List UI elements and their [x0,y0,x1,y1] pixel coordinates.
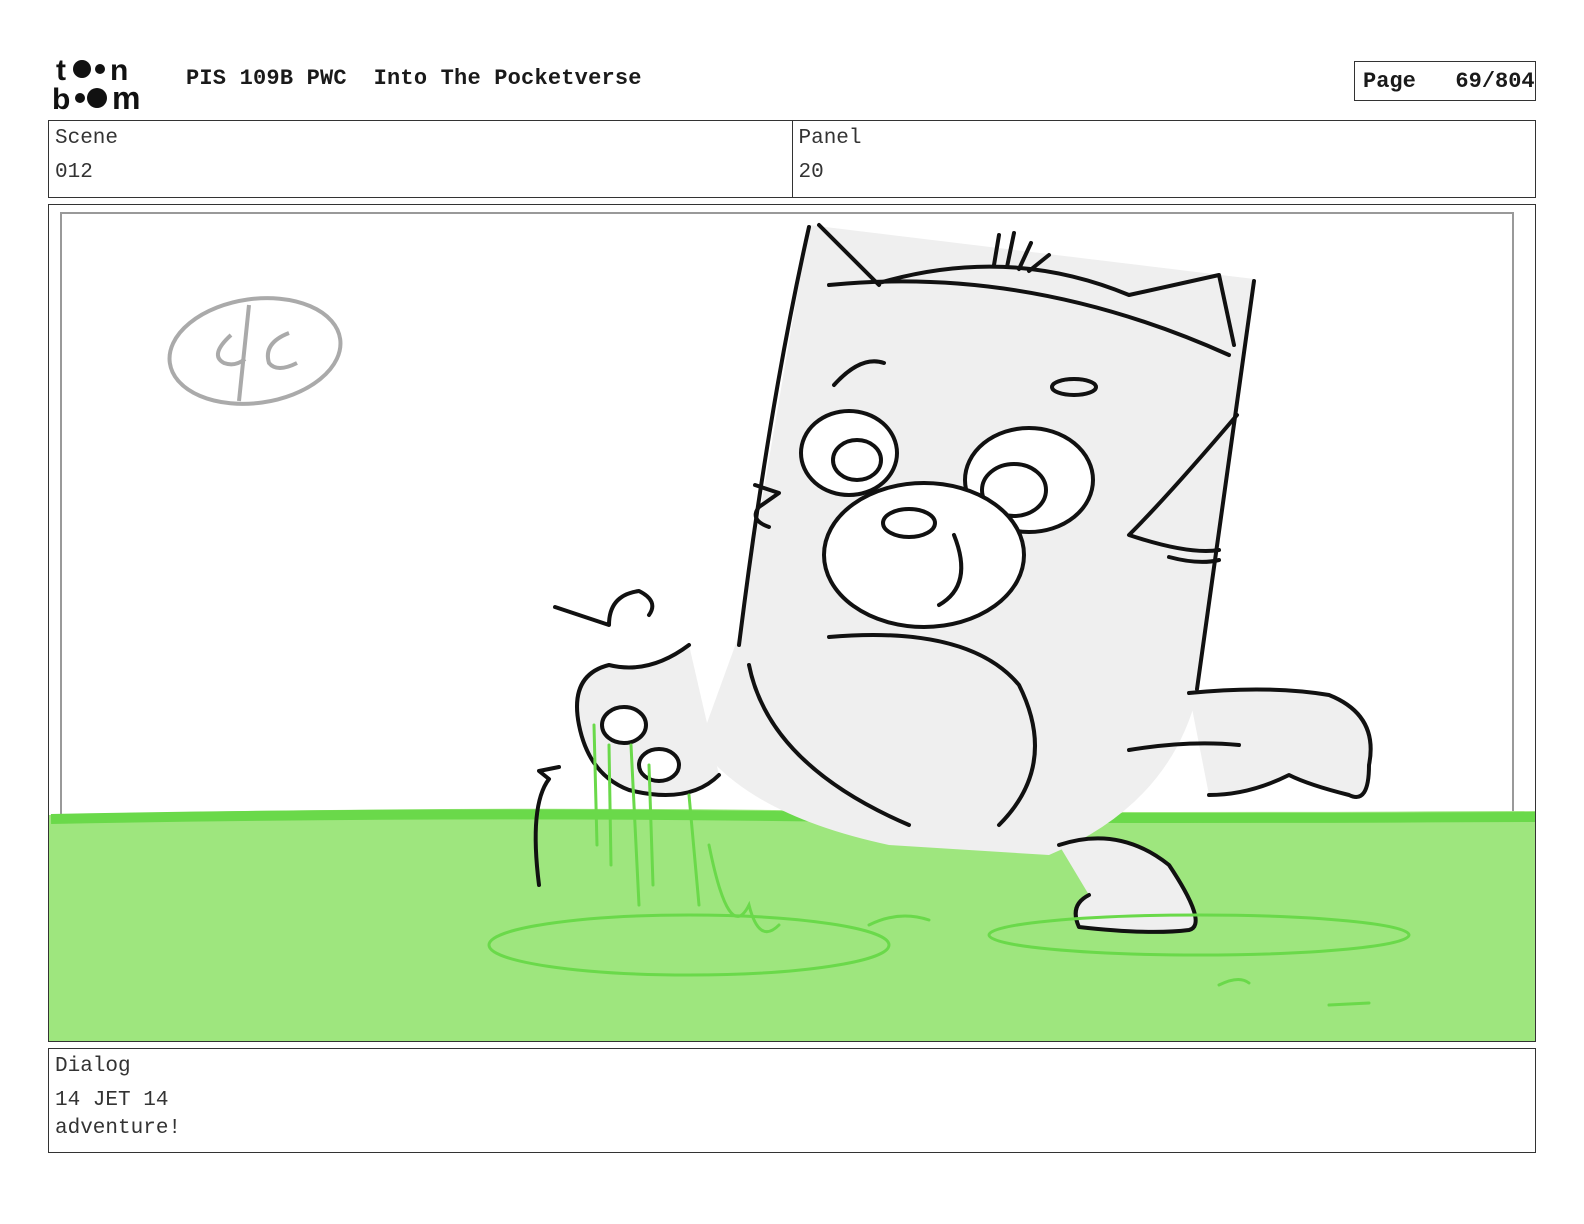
svg-text:b: b [52,83,70,112]
dialog-line-1: 14 JET 14 [55,1089,169,1112]
dialog-section: Dialog 14 JET 14 adventure! [48,1048,1536,1153]
panel-number: 20 [798,161,824,184]
panel-cell: Panel 20 [791,121,1536,197]
page-label: Page [1363,68,1416,94]
page-number: 69/804 [1455,68,1535,94]
panel-label: Panel [798,127,862,150]
ground-grass [49,808,1535,1041]
scene-cell: Scene 012 [49,121,792,197]
scene-number: 012 [55,161,93,184]
svg-text:m: m [112,80,140,112]
storyboard-sketch [49,212,1535,1041]
cc-mark [167,296,343,406]
toonboom-logo: t n b m [52,54,140,112]
page-indicator: Page 69/804 [1354,61,1536,101]
dialog-line-2: adventure! [55,1117,182,1140]
dialog-label: Dialog [55,1055,131,1078]
storyboard-panel [48,204,1536,1042]
document-title: PIS 109B PWC Into The Pocketverse [186,66,642,91]
scene-panel-info: Scene 012 Panel 20 [48,120,1536,198]
scene-label: Scene [55,127,119,150]
